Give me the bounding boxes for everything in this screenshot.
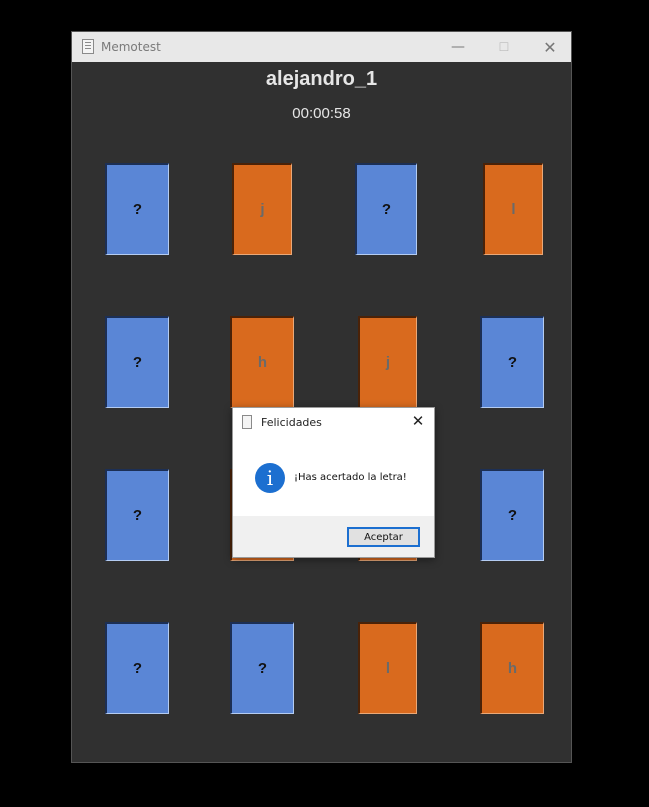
card-r3-c1[interactable]: ? [105, 469, 169, 561]
dialog-app-icon [242, 415, 252, 429]
card-r1-c1[interactable]: ? [105, 163, 169, 255]
card-r2-c3[interactable]: j [358, 316, 417, 408]
app-icon [82, 39, 94, 54]
card-r4-c3[interactable]: l [358, 622, 417, 714]
card-r2-c4[interactable]: ? [480, 316, 544, 408]
dialog-footer: Aceptar [233, 516, 434, 557]
card-r1-c2[interactable]: j [232, 163, 292, 255]
dialog-close-button[interactable]: ✕ [408, 411, 428, 431]
game-timer: 00:00:58 [292, 105, 351, 122]
card-r4-c1[interactable]: ? [105, 622, 169, 714]
card-r4-c2[interactable]: ? [230, 622, 294, 714]
card-r1-c3[interactable]: ? [355, 163, 417, 255]
dialog-title: Felicidades [261, 416, 322, 429]
window-title: Memotest [101, 40, 161, 54]
dialog-message: ¡Has acertado la letra! [294, 472, 407, 483]
card-r2-c1[interactable]: ? [105, 316, 169, 408]
maximize-button[interactable]: ☐ [481, 32, 527, 62]
window-titlebar[interactable]: Memotest — ☐ ✕ [72, 32, 571, 62]
card-r2-c2[interactable]: h [230, 316, 294, 408]
success-dialog: Felicidades ✕ i ¡Has acertado la letra! … [232, 407, 435, 558]
card-r3-c4[interactable]: ? [480, 469, 544, 561]
info-icon: i [255, 463, 285, 493]
accept-button[interactable]: Aceptar [347, 527, 420, 547]
card-r1-c4[interactable]: l [483, 163, 543, 255]
minimize-button[interactable]: — [435, 32, 481, 62]
memotest-window: Memotest — ☐ ✕ alejandro_1 00:00:58 ? j … [71, 31, 572, 763]
close-button[interactable]: ✕ [527, 32, 573, 62]
card-r4-c4[interactable]: h [480, 622, 544, 714]
player-name: alejandro_1 [265, 68, 378, 90]
